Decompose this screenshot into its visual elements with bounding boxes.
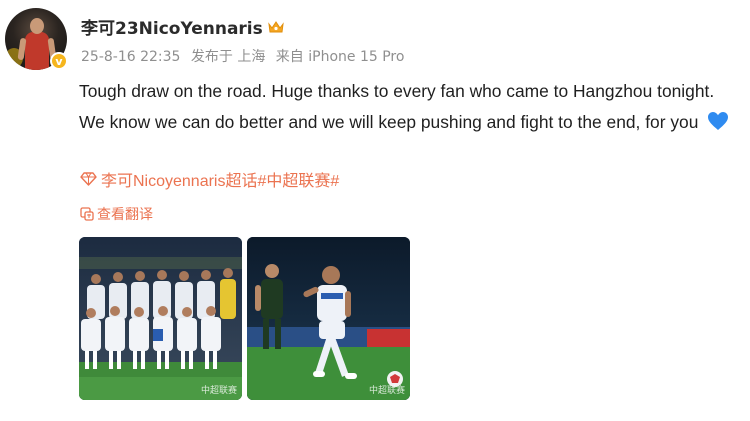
post-body: Tough draw on the road. Huge thanks to e… xyxy=(79,76,739,138)
action-photo[interactable]: 中超联赛 xyxy=(247,237,410,400)
blue-heart-icon xyxy=(708,112,729,130)
post-location: 发布于 上海 xyxy=(190,49,266,65)
avatar-head xyxy=(30,18,44,34)
photo-watermark: 中超联赛 xyxy=(368,386,405,396)
photo-watermark: 中超联赛 xyxy=(200,386,237,396)
translate-label[interactable]: 查看翻译 xyxy=(97,204,153,224)
translate-button[interactable]: 查看翻译 xyxy=(80,204,153,224)
super-topic-diamond-icon xyxy=(80,172,97,186)
team-photo[interactable]: 中超联赛 xyxy=(79,237,242,400)
avatar-jersey xyxy=(25,32,49,70)
post-meta: 25-8-16 22:35 发布于 上海 来自 iPhone 15 Pro xyxy=(81,46,410,66)
username[interactable]: 李可23NicoYennaris xyxy=(81,14,263,39)
translate-icon xyxy=(80,207,94,221)
vip-crown-icon xyxy=(268,20,284,32)
action-photo-image xyxy=(247,237,410,400)
post-device: 来自 iPhone 15 Pro xyxy=(275,49,405,65)
topic-text[interactable]: 李可Nicoyennaris超话#中超联赛# xyxy=(101,167,339,191)
post-text: Tough draw on the road. Huge thanks to e… xyxy=(79,81,715,132)
team-photo-image xyxy=(79,237,242,400)
post-datetime: 25-8-16 22:35 xyxy=(81,49,181,65)
topic-link[interactable]: 李可Nicoyennaris超话#中超联赛# xyxy=(80,167,339,191)
user-header: 李可23NicoYennaris xyxy=(81,14,285,39)
verified-badge-icon: v xyxy=(50,52,68,70)
